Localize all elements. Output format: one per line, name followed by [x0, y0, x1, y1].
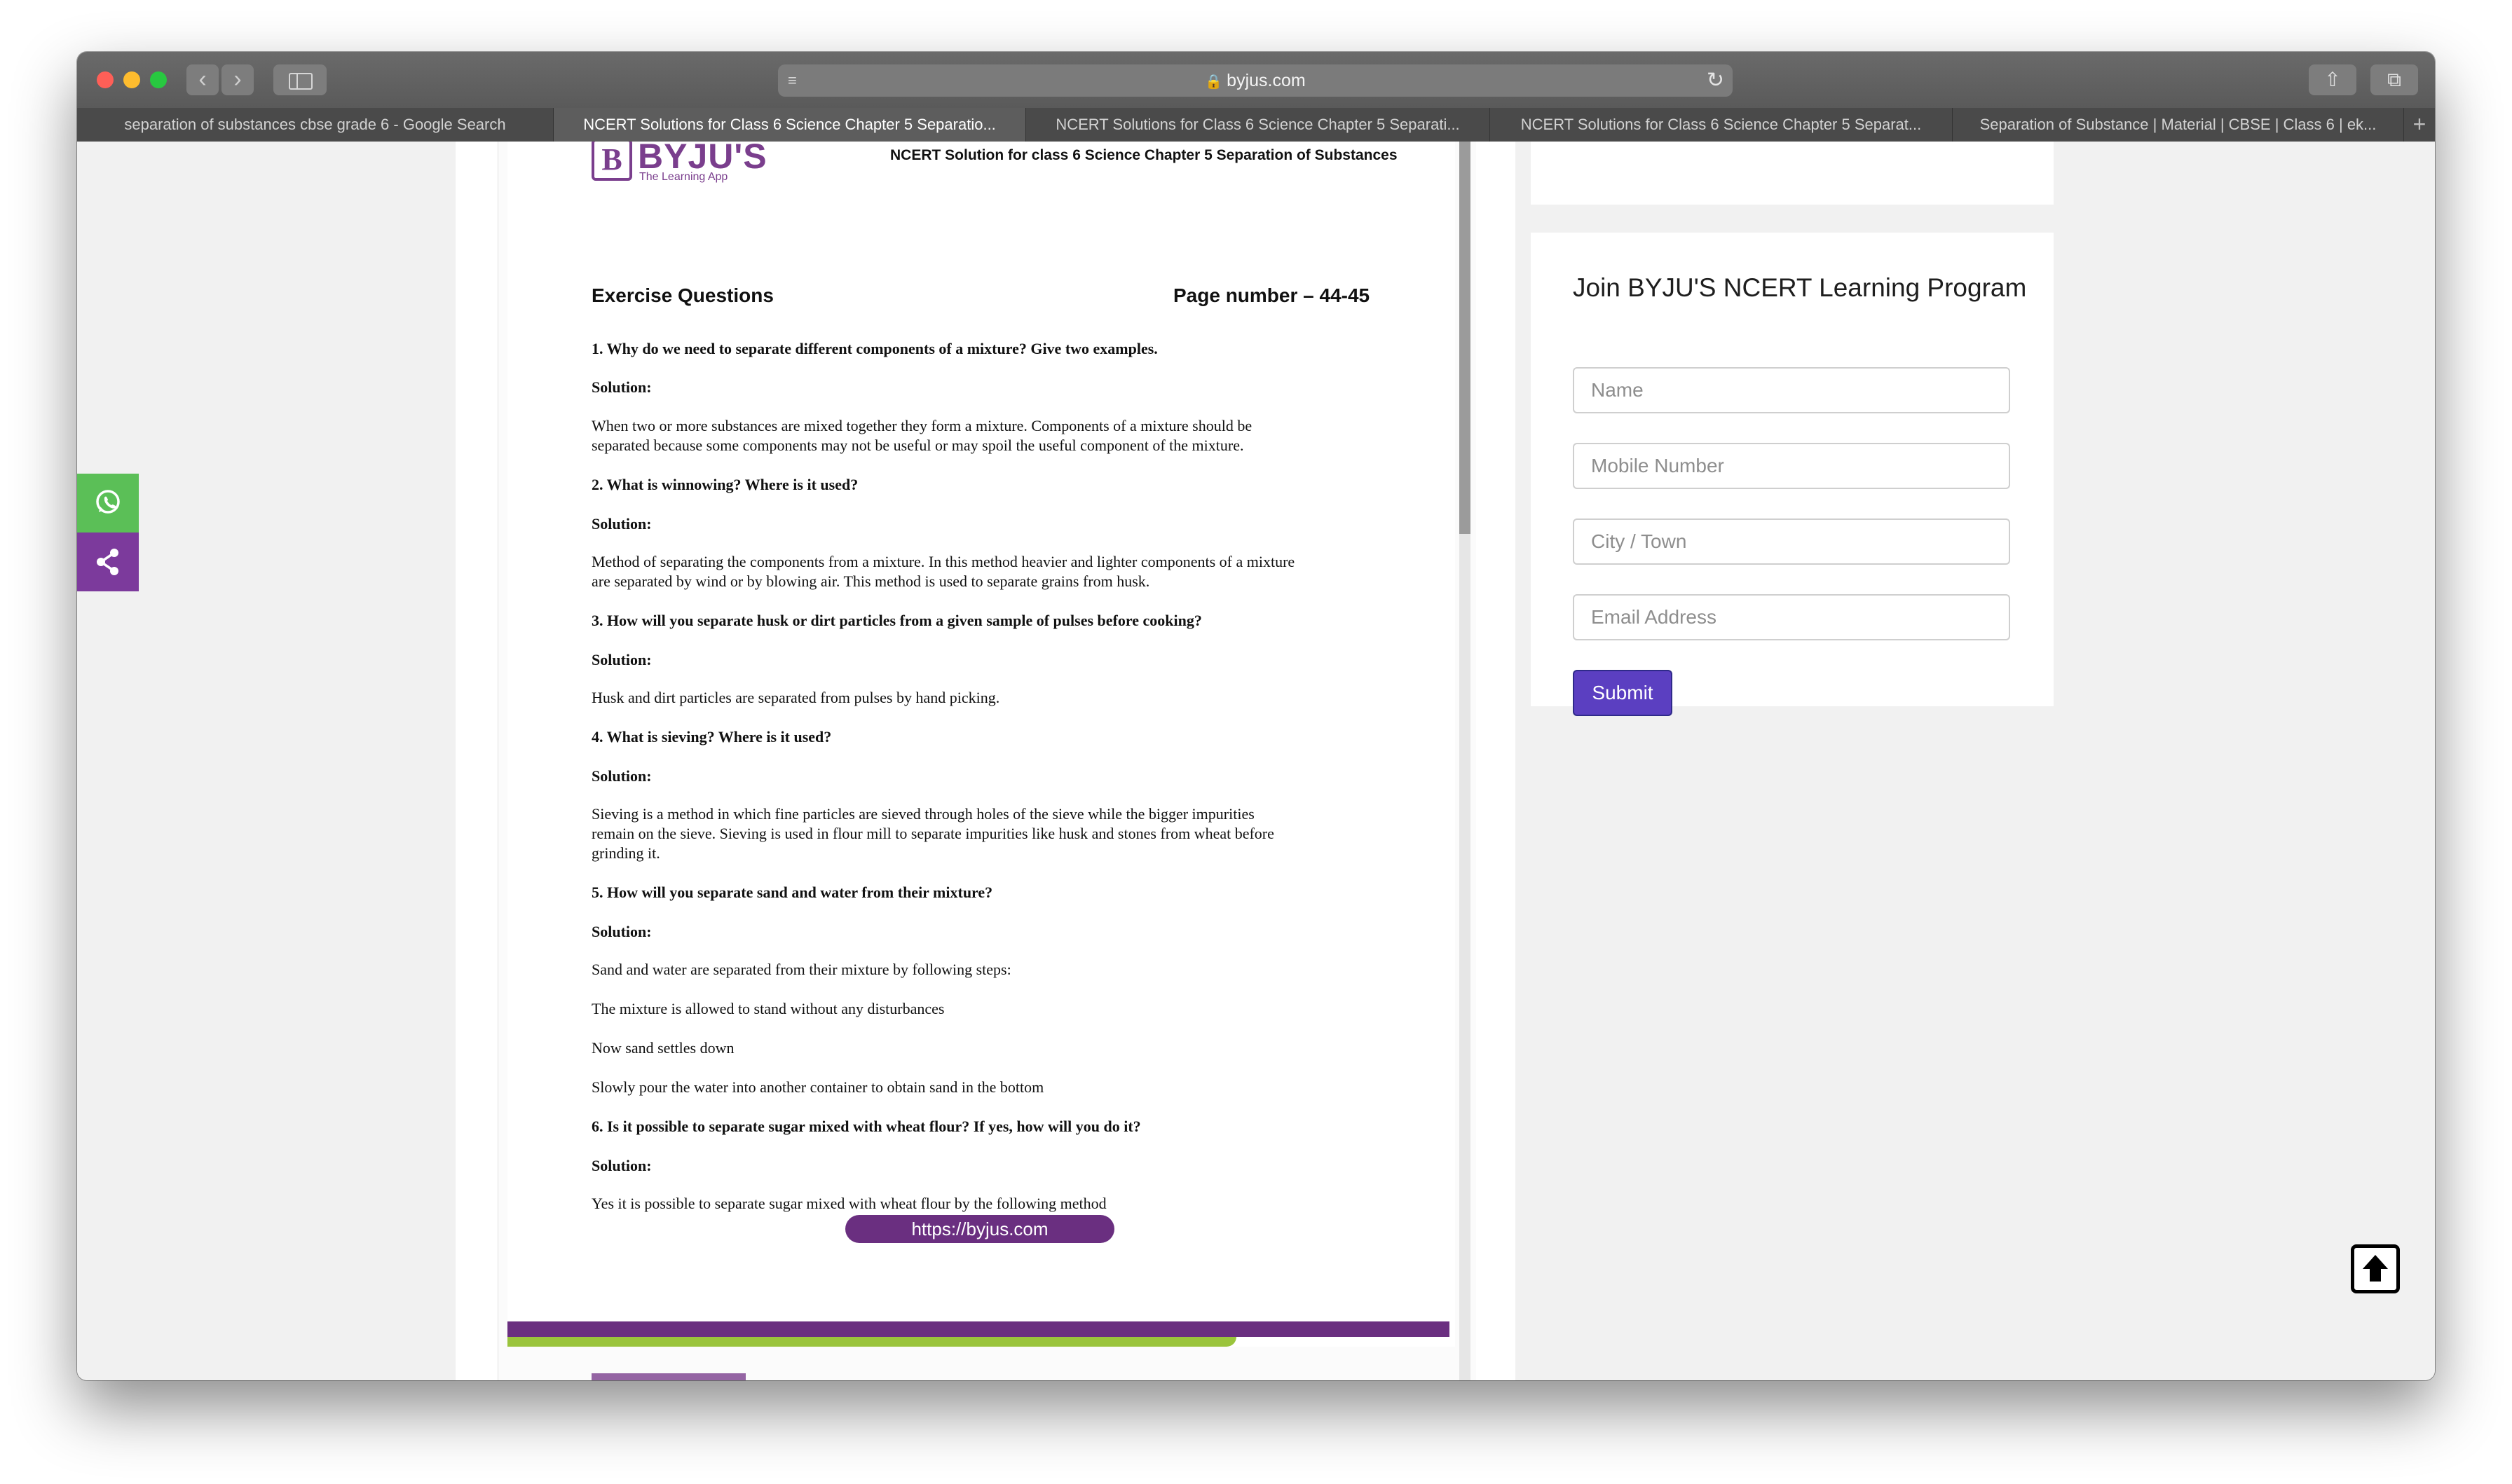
new-tab-button[interactable]: +	[2404, 108, 2435, 142]
footer-purple-band	[507, 1321, 1449, 1337]
reload-icon[interactable]: ↻	[1707, 69, 1724, 92]
answer-text: remain on the sieve. Sieving is used in …	[592, 825, 1274, 842]
sidebar-icon	[289, 73, 313, 90]
next-page-logo-edge	[592, 1373, 746, 1380]
sidebar-toggle-button[interactable]	[273, 64, 327, 95]
content-gutter	[456, 142, 498, 1380]
answer-text: Now sand settles down	[592, 1039, 735, 1057]
address-bar[interactable]: ≡ 🔒 byjus.com ↻	[778, 64, 1733, 97]
show-tabs-button[interactable]: ⧉	[2370, 64, 2418, 95]
question-text: 1. Why do we need to separate different …	[592, 340, 1158, 357]
browser-window: ‹ › ≡ 🔒 byjus.com ↻ ⇧ ⧉ separation of sub…	[77, 52, 2435, 1380]
previous-card	[1531, 142, 2054, 205]
share-floating-button[interactable]	[77, 533, 139, 591]
question-text: 3. How will you separate husk or dirt pa…	[592, 612, 1202, 629]
pdf-scrollbar-thumb[interactable]	[1459, 142, 1470, 534]
answer-text: Method of separating the components from…	[592, 553, 1295, 570]
answer-text: are separated by wind or by blowing air.…	[592, 572, 1150, 590]
solution-label: Solution:	[592, 1157, 652, 1174]
answer-text: Slowly pour the water into another conta…	[592, 1078, 1044, 1096]
column-divider	[1476, 142, 1515, 1380]
footer-green-band	[507, 1337, 1236, 1347]
tab-bar: separation of substances cbse grade 6 - …	[77, 108, 2435, 142]
byjus-website-link[interactable]: https://byjus.com	[845, 1215, 1114, 1243]
answer-text: When two or more substances are mixed to…	[592, 417, 1252, 434]
mobile-number-field[interactable]	[1573, 443, 2010, 489]
name-field[interactable]	[1573, 367, 2010, 413]
tab-ncert-solutions-active[interactable]: NCERT Solutions for Class 6 Science Chap…	[554, 108, 1026, 142]
chevron-right-icon: ›	[233, 66, 242, 92]
answer-text: Yes it is possible to separate sugar mix…	[592, 1195, 1107, 1212]
scroll-to-top-button[interactable]	[2351, 1244, 2400, 1293]
form-title: Join BYJU'S NCERT Learning Program	[1573, 273, 2027, 302]
arrow-up-icon	[2363, 1255, 2388, 1282]
answer-text: separated because some components may no…	[592, 437, 1244, 454]
city-town-field[interactable]	[1573, 518, 2010, 565]
share-toolbar-button[interactable]: ⇧	[2309, 64, 2356, 95]
lock-icon: 🔒	[1205, 74, 1223, 90]
logo-mark: B	[592, 142, 632, 181]
answer-text: Sand and water are separated from their …	[592, 961, 1011, 978]
question-text: 4. What is sieving? Where is it used?	[592, 728, 832, 746]
page-number: Page number – 44-45	[1173, 284, 1370, 306]
url-display: 🔒 byjus.com	[778, 64, 1733, 98]
solution-label: Solution:	[592, 923, 652, 940]
submit-button[interactable]: Submit	[1573, 670, 1672, 716]
tab-google-search[interactable]: separation of substances cbse grade 6 - …	[77, 108, 554, 142]
solution-label: Solution:	[592, 651, 652, 668]
title-bar: ‹ › ≡ 🔒 byjus.com ↻ ⇧ ⧉	[77, 52, 2435, 109]
answer-text: Husk and dirt particles are separated fr…	[592, 689, 1000, 706]
email-address-field[interactable]	[1573, 594, 2010, 640]
question-text: 5. How will you separate sand and water …	[592, 884, 993, 901]
tab-ncert-solutions-2[interactable]: NCERT Solutions for Class 6 Science Chap…	[1026, 108, 1490, 142]
maximize-window-button[interactable]	[150, 71, 167, 88]
page-viewport: B BYJU'S The Learning App NCERT Solution…	[77, 142, 2435, 1380]
question-text: 2. What is winnowing? Where is it used?	[592, 476, 859, 493]
url-text: byjus.com	[1227, 71, 1306, 90]
solution-label: Solution:	[592, 515, 652, 533]
whatsapp-share-button[interactable]	[77, 474, 139, 533]
tab-separation-of-substance[interactable]: Separation of Substance | Material | CBS…	[1953, 108, 2404, 142]
share-icon	[97, 549, 118, 575]
solution-label: Solution:	[592, 767, 652, 785]
minimize-window-button[interactable]	[123, 71, 140, 88]
share-box-icon: ⇧	[2324, 69, 2341, 90]
logo-tagline: The Learning App	[639, 171, 728, 183]
whatsapp-icon	[96, 490, 120, 514]
answer-text: grinding it.	[592, 844, 660, 862]
solution-label: Solution:	[592, 378, 652, 396]
exercise-heading: Exercise Questions	[592, 284, 774, 306]
tabs-overview-icon: ⧉	[2387, 69, 2401, 90]
forward-button[interactable]: ›	[221, 64, 254, 95]
back-button[interactable]: ‹	[186, 64, 219, 95]
close-window-button[interactable]	[97, 71, 114, 88]
question-text: 6. Is it possible to separate sugar mixe…	[592, 1118, 1141, 1135]
chevron-left-icon: ‹	[198, 66, 207, 92]
tab-ncert-solutions-3[interactable]: NCERT Solutions for Class 6 Science Chap…	[1490, 108, 1953, 142]
answer-text: Sieving is a method in which fine partic…	[592, 805, 1255, 823]
pdf-header-title: NCERT Solution for class 6 Science Chapt…	[890, 147, 1398, 163]
answer-text: The mixture is allowed to stand without …	[592, 1000, 945, 1017]
